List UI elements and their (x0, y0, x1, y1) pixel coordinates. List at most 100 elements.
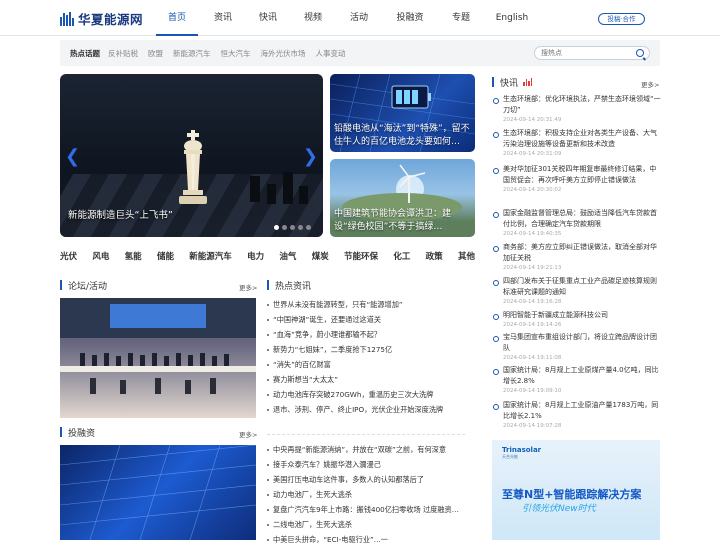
flash-more-link[interactable]: 更多> (641, 79, 659, 89)
hot-topics-label: 热点话题 (70, 48, 100, 58)
nav-video[interactable]: 视频 (288, 0, 338, 36)
flash-item[interactable]: 明阳智能于新疆成立能源科技公司 2024-09-14 19:14:26 (493, 310, 661, 332)
topic-link[interactable]: 海外光伏市场 (261, 48, 306, 59)
category-link[interactable]: 储能 (157, 250, 174, 264)
topic-link[interactable]: 反补贴税 (108, 48, 138, 59)
news-item[interactable]: 新势力“七姐妹”，二季度抢下1275亿 (267, 342, 465, 357)
nav-flash[interactable]: 快讯 (248, 0, 288, 36)
forum-more-link[interactable]: 更多> (239, 282, 257, 292)
nav-topics[interactable]: 专题 (440, 0, 482, 36)
site-header: 华夏能源网 首页 资讯 快讯 视频 活动 投融资 专题 English 投稿·合… (0, 0, 720, 36)
flash-item-time: 2024-09-14 19:11:08 (503, 355, 562, 361)
category-link[interactable]: 电力 (247, 250, 264, 264)
hot-topics-bar: 热点话题 反补贴税 欧盟 新能源汽车 恒大汽车 海外光伏市场 人事变动 (60, 40, 660, 66)
news-item[interactable]: 退市、涉刑、停产、终止IPO，光伏企业开始深度洗牌 (267, 402, 465, 417)
news-item[interactable]: 中央再提“新能源消纳”，并放在“双碳”之前，有何深意 (267, 442, 465, 457)
carousel-prev-icon[interactable]: ❮ (65, 146, 80, 167)
news-item[interactable]: 世界从未没有能源转型，只有“能源增加” (267, 297, 465, 312)
news-item[interactable]: “消失”的百亿财富 (267, 357, 465, 372)
flash-item[interactable]: 四部门发布关于征集重点工业产品碳足迹核算规则标准研究课题的通知 2024-09-1… (493, 276, 661, 310)
hot-news-section-header: 热点资讯 (267, 279, 312, 292)
contribute-button[interactable]: 投稿·合作 (598, 13, 645, 25)
flash-item-title[interactable]: 宝马集团宣布重组设计部门，将设立跨品牌设计团队 (503, 332, 661, 354)
flash-item[interactable]: 商务部：美方应立即纠正错误做法，取消全部对华加征关税 2024-09-14 19:… (493, 242, 661, 276)
flash-item-time: 2024-09-14 19:40:35 (503, 231, 562, 237)
news-item[interactable]: 美国打压电动车这件事，多数人的认知都落后了 (267, 472, 465, 487)
nav-events[interactable]: 活动 (338, 0, 380, 36)
flash-item-time: 2024-09-14 19:21:13 (503, 265, 562, 271)
flash-item[interactable]: 国家统计局：8月规上工业原油产量1783万吨，同比增长2.1% 2024-09-1… (493, 400, 661, 434)
nav-news[interactable]: 资讯 (198, 0, 248, 36)
flash-item-title[interactable]: 明阳智能于新疆成立能源科技公司 (503, 310, 661, 321)
flash-item-time: 2024-09-14 19:16:28 (503, 299, 562, 305)
flash-item-title[interactable]: 国家统计局：8月规上工业原油产量1783万吨，同比增长2.1% (503, 400, 661, 422)
category-link[interactable]: 光伏 (60, 250, 77, 264)
trinasolar-ad-banner[interactable]: Trinasolar 天合光能 至尊N型+智能跟踪解决方案 引领光伏New时代 (492, 440, 660, 540)
hero-caption[interactable]: 新能源制造巨头“上飞书” (68, 207, 173, 221)
logo-text: 华夏能源网 (78, 12, 144, 27)
flash-item-title[interactable]: 生态环境部：优化环境执法，严禁生态环境领域“一刀切” (503, 94, 661, 116)
topic-link[interactable]: 欧盟 (148, 48, 163, 59)
flash-item-title[interactable]: 生态环境部：积极支持企业对各类生产设备、大气污染治理设施等设备更新和技术改造 (503, 128, 661, 150)
news-item[interactable]: “中国神湖”诞生，还要通过这道关 (267, 312, 465, 327)
news-item[interactable]: 赛力斯想当“大太太” (267, 372, 465, 387)
feature-caption[interactable]: 中国建筑节能协会谭洪卫：建设“绿色校园”不等于搞绿… (334, 208, 472, 234)
flash-item[interactable]: 生态环境部：优化环境执法，严禁生态环境领域“一刀切” 2024-09-14 20:… (493, 94, 661, 128)
flash-news-list: 生态环境部：优化环境执法，严禁生态环境领域“一刀切” 2024-09-14 20:… (493, 94, 661, 434)
carousel-dots (274, 225, 311, 230)
topic-link[interactable]: 人事变动 (316, 48, 346, 59)
category-link[interactable]: 其他 (458, 250, 475, 264)
ad-brand-sub: 天合光能 (502, 454, 518, 459)
category-link[interactable]: 化工 (393, 250, 410, 264)
flash-item[interactable]: 国家金融监督管理总局：鼓励适当降低汽车贷款首付比例，合理确定汽车贷款期限 2024… (493, 208, 661, 242)
category-link[interactable]: 节能环保 (344, 250, 378, 264)
carousel-dot[interactable] (274, 225, 279, 230)
nav-home[interactable]: 首页 (156, 0, 198, 36)
flash-item[interactable]: 国家统计局：8月规上工业原煤产量4.0亿吨，同比增长2.8% 2024-09-14… (493, 365, 661, 400)
flash-item-title[interactable]: 美对华加征301关税四年期复审最终修订结果，中国贸促会：再次呼吁美方立即停止错误… (503, 164, 661, 186)
flash-item-title[interactable]: 国家统计局：8月规上工业原煤产量4.0亿吨，同比增长2.8% (503, 365, 661, 387)
forum-section-header: 论坛/活动 (60, 279, 107, 292)
news-item[interactable]: 动力电池库存突破270GWh，重温历史三次大洗牌 (267, 387, 465, 402)
news-item[interactable]: 接手众泰汽车？姚振华潜入瀰漫己 (267, 457, 465, 472)
hero-carousel[interactable]: ❮ ❯ 新能源制造巨头“上飞书” (60, 74, 323, 237)
investment-more-link[interactable]: 更多> (239, 429, 257, 439)
investment-image[interactable] (60, 445, 256, 540)
site-logo[interactable]: 华夏能源网 (60, 9, 143, 28)
ad-slogan: 引领光伏New时代 (522, 504, 596, 514)
carousel-dot[interactable] (290, 225, 295, 230)
live-signal-icon (523, 78, 533, 86)
carousel-dot[interactable] (282, 225, 287, 230)
category-link[interactable]: 氢能 (125, 250, 142, 264)
carousel-next-icon[interactable]: ❯ (303, 146, 318, 167)
flash-item-time: 2024-09-14 20:30:02 (503, 187, 562, 193)
search-icon[interactable] (636, 49, 644, 57)
topic-link[interactable]: 恒大汽车 (221, 48, 251, 59)
category-link[interactable]: 风电 (92, 250, 109, 264)
flash-item[interactable]: 生态环境部：积极支持企业对各类生产设备、大气污染治理设施等设备更新和技术改造 20… (493, 128, 661, 164)
flash-item-title[interactable]: 商务部：美方应立即纠正错误做法，取消全部对华加征关税 (503, 242, 661, 264)
feature-caption[interactable]: 铅酸电池从“海汰”到“特殊”，留不住牛人的百亿电池龙头要如何… (334, 123, 472, 149)
nav-investment[interactable]: 投融资 (380, 0, 440, 36)
section-title: 热点资讯 (275, 281, 312, 292)
category-link[interactable]: 新能源汽车 (189, 250, 232, 264)
nav-english[interactable]: English (482, 0, 542, 36)
carousel-dot[interactable] (298, 225, 303, 230)
flash-item[interactable]: 美对华加征301关税四年期复审最终修订结果，中国贸促会：再次呼吁美方立即停止错误… (493, 164, 661, 208)
topic-link[interactable]: 新能源汽车 (173, 48, 211, 59)
flash-item[interactable]: 宝马集团宣布重组设计部门，将设立跨品牌设计团队 2024-09-14 19:11:… (493, 332, 661, 365)
search-input[interactable] (541, 49, 631, 57)
category-link[interactable]: 政策 (426, 250, 443, 264)
news-item[interactable]: 二线电池厂，生死大逃杀 (267, 517, 465, 532)
flash-item-title[interactable]: 四部门发布关于征集重点工业产品碳足迹核算规则标准研究课题的通知 (503, 276, 661, 298)
flash-item-title[interactable]: 国家金融监督管理总局：鼓励适当降低汽车贷款首付比例，合理确定汽车贷款期限 (503, 208, 661, 230)
news-item[interactable]: 动力电池厂，生死大逃杀 (267, 487, 465, 502)
category-link[interactable]: 油气 (279, 250, 296, 264)
forum-event-image[interactable] (60, 298, 256, 418)
category-link[interactable]: 煤炭 (312, 250, 329, 264)
feature-card-battery[interactable]: 铅酸电池从“海汰”到“特殊”，留不住牛人的百亿电池龙头要如何… (330, 74, 475, 152)
feature-card-green-campus[interactable]: 中国建筑节能协会谭洪卫：建设“绿色校园”不等于搞绿… (330, 159, 475, 237)
news-item[interactable]: “血海”竞争，蔚小理谁都输不起？ (267, 327, 465, 342)
news-item[interactable]: 复盘广汽汽车9年上市路：搬钱400亿扫零收场 过度融资… (267, 502, 465, 517)
carousel-dot[interactable] (306, 225, 311, 230)
